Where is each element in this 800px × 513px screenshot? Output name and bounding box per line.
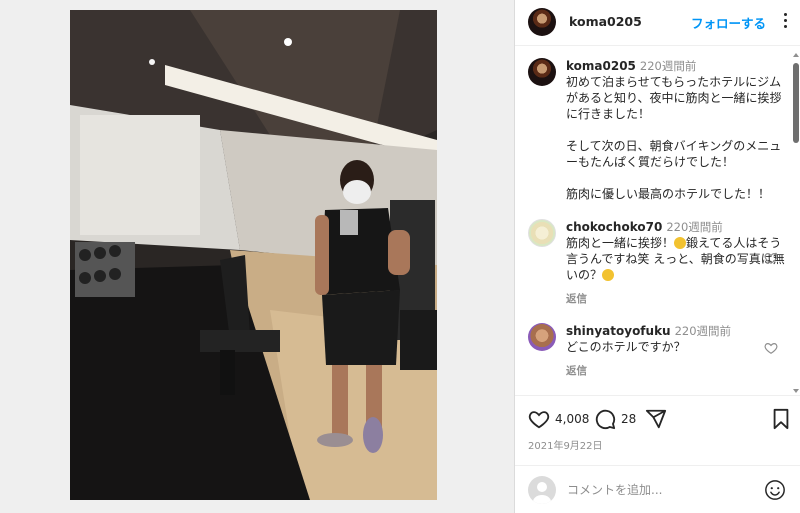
commenter-avatar[interactable] [528,219,556,247]
caption-text: そして次の日、朝食バイキングのメニューもたんぱく質だらけでした！ [566,139,782,169]
comment-time: 220週間前 [666,220,723,234]
comment-count[interactable]: 28 [621,412,636,426]
like-count[interactable]: 4,008 [555,412,589,426]
comment-username[interactable]: chokochoko70 [566,220,662,234]
scrollbar-thumb[interactable] [793,63,799,143]
more-options-icon[interactable] [776,9,794,33]
comment-body: shinyatoyofuku 220週間前 どこのホテルですか？ [566,323,788,355]
comment-username[interactable]: shinyatoyofuku [566,324,671,338]
comment-like-heart-icon[interactable] [764,251,778,265]
owner-avatar[interactable] [528,8,556,36]
comment-text: どこのホテルですか？ [566,340,686,354]
commenter-avatar[interactable] [528,323,556,351]
owner-avatar[interactable] [528,58,556,86]
caption-username[interactable]: koma0205 [566,59,636,73]
laughing-emoji-icon [602,269,615,281]
viewer-avatar [528,476,556,504]
smiley-icon[interactable] [764,479,786,501]
grinning-emoji-icon [674,237,687,249]
comment-time: 220週間前 [674,324,732,338]
media-panel [0,0,514,513]
heart-icon[interactable] [528,408,550,430]
comment-body: chokochoko70 220週間前 筋肉と一緒に挨拶！ 鍛えてる人はそう言うんで… [566,219,788,283]
caption-body: koma0205 220週間前 初めて泊まらせてもらったホテルにジムがあると知り、… [566,58,788,202]
action-bar: 4,008 28 2021年9月22日 [515,395,800,465]
paper-plane-icon[interactable] [645,408,667,430]
reply-button[interactable]: 返信 [566,363,587,378]
gym-mirror-selfie-image [70,10,437,500]
bookmark-icon[interactable] [771,408,791,430]
comment-text: 筋肉と一緒に挨拶！ [566,236,675,250]
follow-button[interactable]: フォローする [691,13,766,32]
post-date: 2021年9月22日 [528,441,603,452]
post-photo[interactable] [70,10,437,500]
comment-like-heart-icon[interactable] [764,341,778,355]
reply-button[interactable]: 返信 [566,291,587,306]
post-header: koma0205 フォローする [515,0,800,46]
add-comment-bar [515,465,800,513]
caption-text: 初めて泊まらせてもらったホテルにジムがあると知り、夜中に筋肉と一緒に挨拶に行きま… [566,75,782,121]
owner-username[interactable]: koma0205 [569,14,642,29]
comments-list: koma0205 220週間前 初めて泊まらせてもらったホテルにジムがあると知り、… [515,47,800,395]
comment-bubble-icon[interactable] [594,408,616,430]
caption-text: 筋肉に優しい最高のホテルでした！！ [566,187,771,201]
caption-time: 220週間前 [639,59,697,73]
comment-input[interactable] [567,480,757,500]
post-sidebar: koma0205 フォローする koma0205 220週間前 初めて泊まらせても… [514,0,800,513]
comments-scrollbar[interactable] [793,53,799,393]
